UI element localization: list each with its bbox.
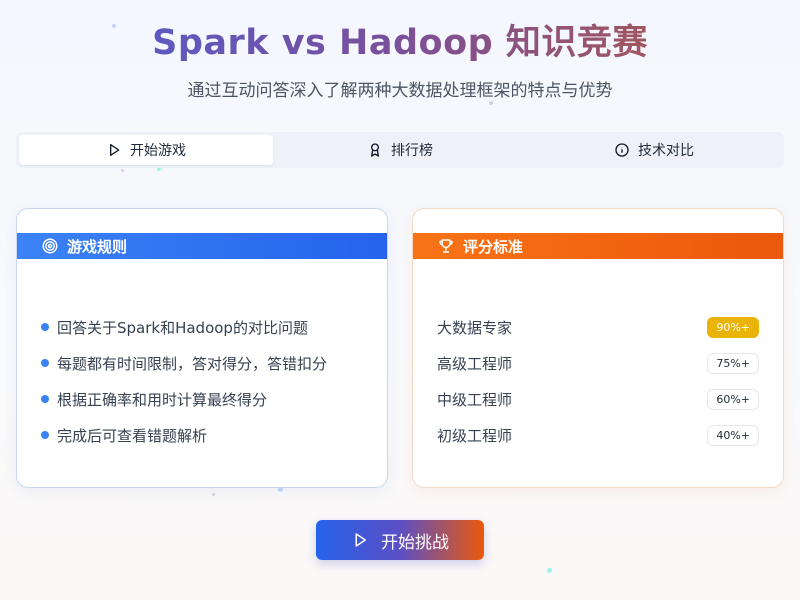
list-item: 每题都有时间限制，答对得分，答错扣分 bbox=[41, 345, 327, 381]
rules-card: 游戏规则 回答关于Spark和Hadoop的对比问题 每题都有时间限制，答对得分… bbox=[16, 208, 388, 488]
decor-dot bbox=[121, 169, 124, 172]
bullet-dot bbox=[41, 359, 49, 367]
bullet-dot bbox=[41, 431, 49, 439]
threshold-badge: 75%+ bbox=[707, 352, 759, 374]
level-name: 大数据专家 bbox=[437, 318, 513, 337]
page-subtitle: 通过互动问答深入了解两种大数据处理框架的特点与优势 bbox=[187, 81, 613, 101]
list-item: 完成后可查看错题解析 bbox=[41, 417, 327, 453]
list-item: 大数据专家 90%+ bbox=[437, 309, 759, 345]
info-icon bbox=[615, 143, 629, 157]
start-challenge-button[interactable]: 开始挑战 bbox=[316, 520, 484, 560]
tab-bar: 开始游戏 排行榜 技术对比 bbox=[16, 132, 784, 168]
tab-label: 排行榜 bbox=[391, 143, 433, 159]
rule-text: 回答关于Spark和Hadoop的对比问题 bbox=[57, 318, 308, 337]
threshold-badge: 90%+ bbox=[707, 316, 759, 338]
list-item: 回答关于Spark和Hadoop的对比问题 bbox=[41, 309, 327, 345]
level-name: 高级工程师 bbox=[437, 354, 513, 373]
tab-leaderboard[interactable]: 排行榜 bbox=[273, 135, 527, 165]
play-icon bbox=[355, 533, 366, 547]
levels-list: 大数据专家 90%+ 高级工程师 75%+ 中级工程师 60%+ 初级工程师 4… bbox=[437, 309, 759, 453]
award-icon bbox=[371, 143, 379, 157]
threshold-badge: 40%+ bbox=[707, 424, 759, 446]
target-icon bbox=[42, 238, 58, 254]
list-item: 初级工程师 40%+ bbox=[437, 417, 759, 453]
tab-label: 开始游戏 bbox=[130, 143, 186, 159]
scoring-card-title: 评分标准 bbox=[463, 237, 524, 256]
play-icon bbox=[110, 144, 120, 156]
decor-dot bbox=[489, 101, 493, 105]
scoring-card: 评分标准 大数据专家 90%+ 高级工程师 75%+ 中级工程师 60%+ 初级… bbox=[412, 208, 784, 488]
tab-tech-compare[interactable]: 技术对比 bbox=[527, 135, 781, 165]
level-name: 初级工程师 bbox=[437, 426, 513, 445]
start-button-label: 开始挑战 bbox=[381, 532, 449, 553]
scoring-card-header: 评分标准 bbox=[413, 233, 783, 259]
bullet-dot bbox=[41, 323, 49, 331]
decor-dot bbox=[547, 568, 552, 573]
page-title: Spark vs Hadoop 知识竞赛 bbox=[0, 14, 800, 65]
tab-label: 技术对比 bbox=[638, 143, 694, 159]
trophy-icon bbox=[439, 239, 453, 253]
threshold-badge: 60%+ bbox=[707, 388, 759, 410]
list-item: 中级工程师 60%+ bbox=[437, 381, 759, 417]
rule-text: 每题都有时间限制，答对得分，答错扣分 bbox=[57, 354, 328, 373]
list-item: 高级工程师 75%+ bbox=[437, 345, 759, 381]
tab-start-game[interactable]: 开始游戏 bbox=[19, 135, 273, 165]
list-item: 根据正确率和用时计算最终得分 bbox=[41, 381, 327, 417]
rule-text: 完成后可查看错题解析 bbox=[57, 426, 208, 445]
rule-text: 根据正确率和用时计算最终得分 bbox=[57, 390, 268, 409]
bullet-dot bbox=[41, 395, 49, 403]
rules-card-title: 游戏规则 bbox=[67, 237, 128, 256]
level-name: 中级工程师 bbox=[437, 390, 513, 409]
rules-card-header: 游戏规则 bbox=[17, 233, 387, 259]
rules-list: 回答关于Spark和Hadoop的对比问题 每题都有时间限制，答对得分，答错扣分… bbox=[41, 309, 327, 453]
decor-dot bbox=[212, 493, 215, 496]
